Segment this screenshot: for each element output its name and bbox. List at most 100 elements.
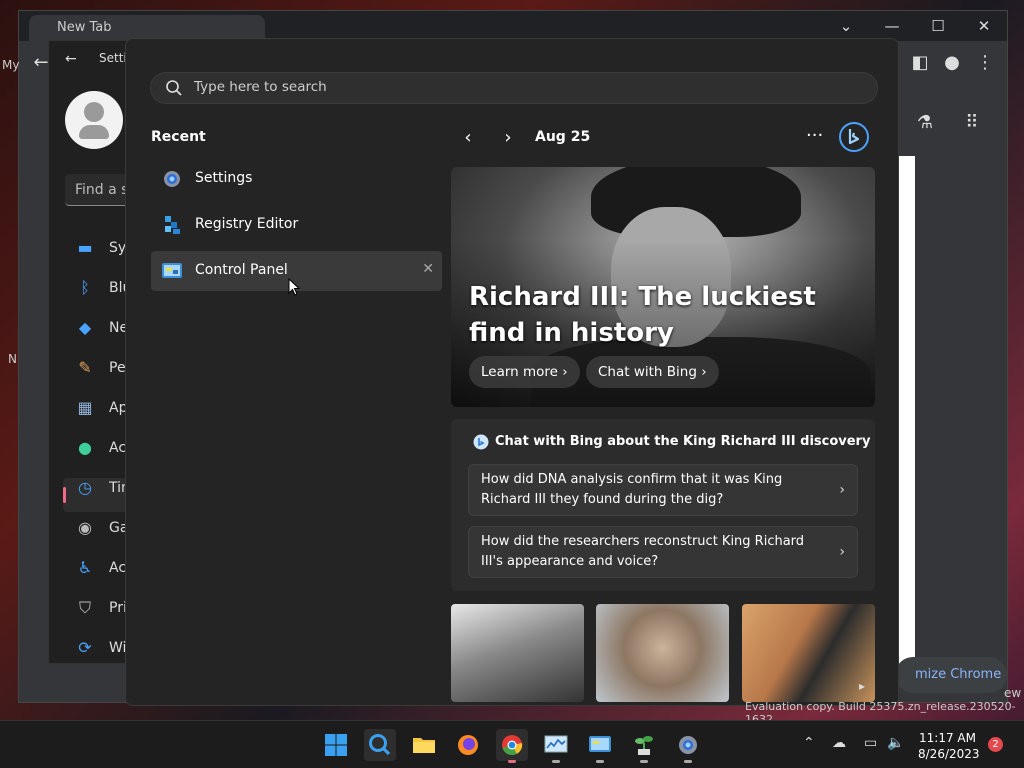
running-indicator	[684, 760, 692, 763]
gaming-icon: ◉	[78, 518, 92, 537]
news-hero-card[interactable]: Richard III: The luckiest find in histor…	[451, 167, 875, 407]
notification-badge[interactable]: 2	[988, 737, 1003, 752]
settings-gear-icon	[679, 736, 697, 754]
settings-nav-label: Wi	[109, 640, 127, 656]
running-indicator	[596, 760, 604, 763]
news-thumbnail-artifacts[interactable]	[596, 604, 729, 702]
bluetooth-icon: ᛒ	[80, 278, 90, 297]
plant-app-icon	[635, 736, 653, 755]
chat-with-bing-label: Chat with Bing	[598, 364, 697, 380]
recent-item-registry-editor[interactable]: Registry Editor	[151, 205, 442, 245]
taskbar: ⌃ ☁ ▭ 🔈 11:17 AM 8/26/2023 2	[0, 720, 1024, 768]
bing-chat-icon	[473, 434, 489, 450]
apps-icon: ▦	[77, 398, 93, 417]
recent-item-label: Registry Editor	[195, 216, 299, 232]
chrome-tab-title: New Tab	[57, 20, 112, 35]
resource-monitor-button[interactable]	[540, 729, 572, 763]
profile-icon[interactable]: ●	[940, 51, 964, 75]
windows-logo-icon	[325, 734, 347, 756]
time-language-icon: ◷	[78, 478, 92, 497]
start-menu: Type here to search Recent Settings Regi…	[125, 38, 899, 706]
chat-question-text: How did DNA analysis confirm that it was…	[481, 472, 783, 507]
taskbar-clock[interactable]: 11:17 AM 8/26/2023	[918, 730, 980, 762]
recent-item-settings[interactable]: Settings	[151, 159, 442, 199]
accessibility-icon: ♿	[77, 558, 93, 577]
recent-item-label: Settings	[195, 170, 253, 186]
monitor-graph-icon	[544, 735, 568, 753]
desktop-label: My	[2, 58, 20, 72]
control-panel-icon	[162, 263, 182, 278]
chrome-button[interactable]	[496, 729, 528, 763]
labs-icon[interactable]: ⚗	[913, 111, 937, 135]
network-icon[interactable]: ▭	[864, 735, 877, 751]
cloud-offline-icon[interactable]: ☁	[832, 735, 846, 751]
control-panel-icon	[589, 736, 611, 752]
apps-grid-icon[interactable]: ⠿	[960, 111, 984, 135]
show-hidden-icons-icon[interactable]: ⌃	[803, 735, 815, 751]
search-icon	[166, 80, 182, 96]
previous-icon[interactable]: ‹	[458, 127, 478, 149]
news-thumbnail-egyptian-art[interactable]	[742, 604, 875, 702]
personalization-icon: ✎	[78, 358, 92, 377]
control-panel-taskbar-button[interactable]	[584, 729, 616, 763]
remove-recent-icon[interactable]: ✕	[422, 261, 434, 277]
chat-question[interactable]: How did DNA analysis confirm that it was…	[468, 464, 858, 516]
clock-date: 8/26/2023	[918, 747, 980, 761]
file-explorer-button[interactable]	[408, 729, 440, 761]
folder-icon	[413, 738, 435, 753]
firefox-button[interactable]	[452, 729, 484, 761]
chat-with-bing-button[interactable]: Chat with Bing ›	[586, 356, 719, 388]
carousel-next-icon[interactable]: ▸	[859, 679, 865, 693]
bing-icon[interactable]	[838, 121, 870, 153]
learn-more-button[interactable]: Learn more ›	[469, 356, 580, 388]
news-thumbnail-engraving[interactable]	[451, 604, 584, 702]
system-icon: ▬	[77, 238, 93, 257]
learn-more-label: Learn more	[481, 364, 558, 380]
tab-search-icon[interactable]: ⌄	[833, 17, 859, 35]
chevron-right-icon: ›	[701, 364, 707, 380]
volume-icon[interactable]: 🔈	[887, 735, 904, 751]
close-icon[interactable]: ✕	[971, 17, 997, 35]
chevron-right-icon: ›	[562, 364, 568, 380]
search-taskbar-button[interactable]	[364, 729, 396, 761]
app-taskbar-button[interactable]	[628, 729, 660, 763]
chevron-right-icon: ›	[839, 544, 845, 560]
clock-time: 11:17 AM	[919, 731, 976, 745]
maximize-icon[interactable]: ☐	[925, 17, 951, 35]
registry-editor-icon	[165, 216, 180, 234]
next-icon[interactable]: ›	[498, 127, 518, 149]
chrome-icon	[502, 735, 523, 756]
firefox-icon	[458, 735, 478, 755]
running-indicator	[508, 760, 516, 763]
hero-title[interactable]: Richard III: The luckiest find in histor…	[469, 279, 849, 351]
menu-icon[interactable]: ⋮	[973, 51, 997, 75]
settings-nav-label: Ac	[109, 560, 127, 576]
search-icon	[369, 734, 391, 756]
settings-nav-label: Ac	[109, 440, 127, 456]
privacy-icon: ⛉	[78, 598, 91, 617]
network-icon: ◆	[78, 318, 92, 337]
chat-question[interactable]: How did the researchers reconstruct King…	[468, 526, 858, 578]
chat-question-text: How did the researchers reconstruct King…	[481, 534, 805, 569]
desktop-label: N	[8, 352, 17, 366]
start-button[interactable]	[320, 729, 352, 761]
running-indicator	[640, 760, 648, 763]
desktop-label: ew	[1004, 686, 1022, 700]
chevron-right-icon: ›	[839, 482, 845, 498]
more-options-icon[interactable]: ···	[806, 125, 823, 146]
settings-back-icon[interactable]: ←	[65, 51, 77, 67]
chrome-page-content	[899, 156, 915, 666]
recent-heading: Recent	[151, 129, 206, 145]
accounts-icon: ●	[78, 438, 92, 457]
settings-taskbar-button[interactable]	[672, 729, 704, 763]
side-panel-icon[interactable]: ◧	[908, 51, 932, 75]
feed-date: Aug 25	[535, 129, 591, 145]
minimize-icon[interactable]: —	[879, 17, 905, 35]
start-search-input[interactable]: Type here to search	[150, 72, 878, 104]
avatar[interactable]	[65, 91, 123, 149]
search-placeholder: Type here to search	[194, 79, 327, 95]
customize-chrome-button[interactable]: mize Chrome	[895, 657, 1007, 693]
windows-update-icon: ⟳	[78, 638, 92, 657]
chrome-titlebar: New Tab ⌄ — ☐ ✕	[19, 11, 1007, 41]
recent-item-label: Control Panel	[195, 262, 288, 278]
